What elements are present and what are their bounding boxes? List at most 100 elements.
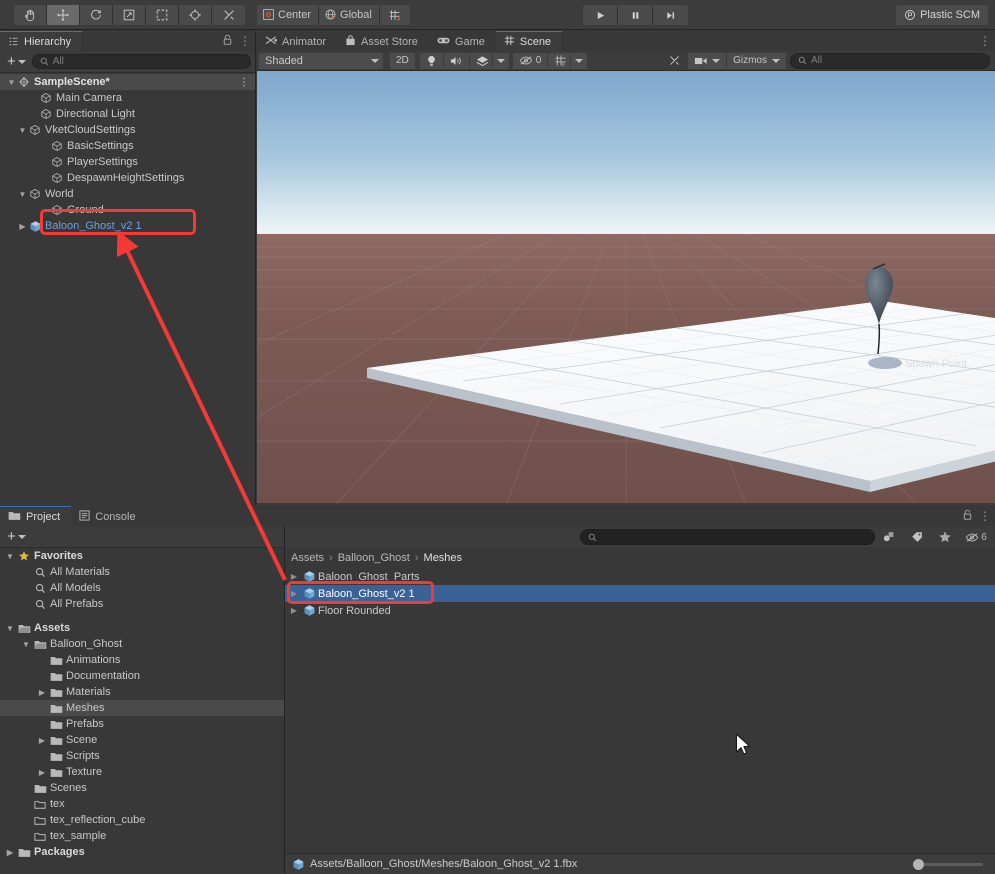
kebab-menu-icon[interactable]: ⋮ (979, 512, 991, 520)
breadcrumb-item[interactable]: Balloon_Ghost (338, 552, 410, 564)
scale-tool-button[interactable] (113, 5, 146, 25)
project-tree-item-all-prefabs[interactable]: ▶All Prefabs (0, 596, 284, 612)
move-tool-button[interactable] (47, 5, 80, 25)
tab-project[interactable]: Project (0, 506, 71, 526)
pause-button[interactable] (618, 5, 653, 25)
add-gameobject-button[interactable]: + (4, 53, 29, 70)
project-file-row[interactable]: ▶Floor Rounded (285, 602, 995, 619)
effects-toggle-button[interactable] (470, 53, 492, 69)
project-tree-item-meshes[interactable]: ▶Meshes (0, 700, 284, 716)
step-button[interactable] (653, 5, 688, 25)
breadcrumb-item[interactable]: Meshes (424, 552, 463, 564)
hierarchy-item-basicsettings[interactable]: ▶BasicSettings (0, 138, 255, 154)
lock-icon[interactable] (222, 34, 233, 49)
project-tree-item-scene[interactable]: ▶Scene (0, 732, 284, 748)
plastic-scm-button[interactable]: Plastic SCM (896, 5, 988, 25)
project-tree-item-animations[interactable]: ▶Animations (0, 652, 284, 668)
project-tree-item-scenes[interactable]: ▶Scenes (0, 780, 284, 796)
scene-camera-button[interactable] (688, 53, 726, 69)
chevron-right-icon[interactable]: ▶ (288, 606, 300, 615)
project-folder-tree[interactable]: ▼Favorites▶All Materials▶All Models▶All … (0, 548, 285, 873)
project-tree-item-scripts[interactable]: ▶Scripts (0, 748, 284, 764)
hand-tool-button[interactable] (14, 5, 47, 25)
hierarchy-item-baloon-ghost-v2-1[interactable]: ▶Baloon_Ghost_v2 1 (0, 218, 255, 234)
project-tree-item-tex[interactable]: ▶tex (0, 796, 284, 812)
chevron-down-icon[interactable]: ▼ (17, 190, 28, 199)
gizmos-button[interactable]: Gizmos (727, 53, 786, 69)
tab-animator[interactable]: Animator (257, 31, 337, 51)
space-mode-button[interactable]: Global (319, 5, 380, 25)
hierarchy-search-input[interactable]: All (32, 54, 251, 69)
chevron-right-icon[interactable]: ▶ (288, 589, 300, 598)
breadcrumb[interactable]: Assets›Balloon_Ghost›Meshes (285, 548, 995, 568)
chevron-right-icon[interactable]: ▶ (36, 736, 48, 745)
project-tree-item-materials[interactable]: ▶Materials (0, 684, 284, 700)
hierarchy-item-despawnheightsettings[interactable]: ▶DespawnHeightSettings (0, 170, 255, 186)
rotate-tool-button[interactable] (80, 5, 113, 25)
scene-tools-button[interactable] (662, 53, 687, 69)
tab-game[interactable]: Game (429, 31, 496, 51)
project-tree-item-texture[interactable]: ▶Texture (0, 764, 284, 780)
tab-scene[interactable]: Scene (496, 31, 562, 51)
pivot-mode-button[interactable]: Center (257, 5, 319, 25)
chevron-down-icon[interactable]: ▼ (17, 126, 28, 135)
custom-tool-button[interactable] (212, 5, 245, 25)
chevron-right-icon[interactable]: ▶ (17, 222, 28, 231)
breadcrumb-item[interactable]: Assets (291, 552, 324, 564)
kebab-menu-icon[interactable]: ⋮ (979, 37, 991, 45)
grid-snapping-button[interactable] (380, 5, 410, 25)
thumbnail-size-slider[interactable] (917, 863, 983, 866)
project-tree-item-tex-sample[interactable]: ▶tex_sample (0, 828, 284, 844)
lighting-toggle-button[interactable] (420, 53, 443, 69)
play-button[interactable] (583, 5, 618, 25)
draw-mode-dropdown[interactable]: Shaded (259, 53, 383, 69)
project-tree-item-all-models[interactable]: ▶All Models (0, 580, 284, 596)
project-file-row[interactable]: ▶Baloon_Ghost_v2 1 (285, 585, 995, 602)
audio-toggle-button[interactable] (444, 53, 469, 69)
hierarchy-item-samplescene[interactable]: ▼SampleScene*⋮ (0, 74, 255, 90)
toggle-2d-button[interactable]: 2D (390, 53, 415, 69)
hidden-objects-button[interactable]: 0 (513, 53, 548, 69)
project-tree-item-all-materials[interactable]: ▶All Materials (0, 564, 284, 580)
effects-dropdown[interactable] (493, 53, 509, 69)
chevron-right-icon[interactable]: ▶ (36, 768, 48, 777)
hierarchy-item-vketcloudsettings[interactable]: ▼VketCloudSettings (0, 122, 255, 138)
hierarchy-item-world[interactable]: ▼World (0, 186, 255, 202)
rect-tool-button[interactable] (146, 5, 179, 25)
tab-asset-store[interactable]: Asset Store (337, 31, 429, 51)
scene-viewport[interactable]: Spawn Point y z x (257, 71, 995, 503)
hierarchy-item-main-camera[interactable]: ▶Main Camera (0, 90, 255, 106)
create-asset-button[interactable]: + (4, 528, 29, 545)
tab-console[interactable]: Console (71, 506, 146, 526)
hidden-packages-icon[interactable]: 6 (959, 527, 993, 547)
hierarchy-item-ground[interactable]: ▶Ground (0, 202, 255, 218)
thumbnail-size-knob[interactable] (913, 859, 924, 870)
scene-search-input[interactable]: All (790, 53, 990, 69)
transform-tool-button[interactable] (179, 5, 212, 25)
favorite-star-icon[interactable] (931, 527, 959, 547)
project-file-list[interactable]: ▶Baloon_Ghost_Parts▶Baloon_Ghost_v2 1▶Fl… (285, 568, 995, 619)
project-file-row[interactable]: ▶Baloon_Ghost_Parts (285, 568, 995, 585)
tab-hierarchy[interactable]: Hierarchy (0, 31, 82, 51)
chevron-down-icon[interactable]: ▼ (4, 552, 16, 561)
project-tree-item-tex-reflection-cube[interactable]: ▶tex_reflection_cube (0, 812, 284, 828)
chevron-down-icon[interactable]: ▼ (4, 624, 16, 633)
hierarchy-item-directional-light[interactable]: ▶Directional Light (0, 106, 255, 122)
kebab-menu-icon[interactable]: ⋮ (239, 77, 249, 88)
chevron-down-icon[interactable]: ▼ (6, 78, 17, 87)
chevron-right-icon[interactable]: ▶ (4, 848, 16, 857)
chevron-down-icon[interactable]: ▼ (20, 640, 32, 649)
chevron-right-icon[interactable]: ▶ (288, 572, 300, 581)
chevron-right-icon[interactable]: ▶ (36, 688, 48, 697)
filter-by-label-icon[interactable] (903, 527, 931, 547)
project-tree-item-packages[interactable]: ▶Packages (0, 844, 284, 860)
lock-icon[interactable] (962, 509, 973, 524)
scene-grid-button[interactable]: y (548, 53, 570, 69)
project-tree-item-documentation[interactable]: ▶Documentation (0, 668, 284, 684)
kebab-menu-icon[interactable]: ⋮ (239, 37, 251, 45)
project-tree-item-assets[interactable]: ▼Assets (0, 620, 284, 636)
filter-by-type-icon[interactable] (875, 527, 903, 547)
project-tree-item-balloon-ghost[interactable]: ▼Balloon_Ghost (0, 636, 284, 652)
hierarchy-tree[interactable]: ▼SampleScene*⋮▶Main Camera▶Directional L… (0, 73, 255, 234)
project-tree-item-prefabs[interactable]: ▶Prefabs (0, 716, 284, 732)
